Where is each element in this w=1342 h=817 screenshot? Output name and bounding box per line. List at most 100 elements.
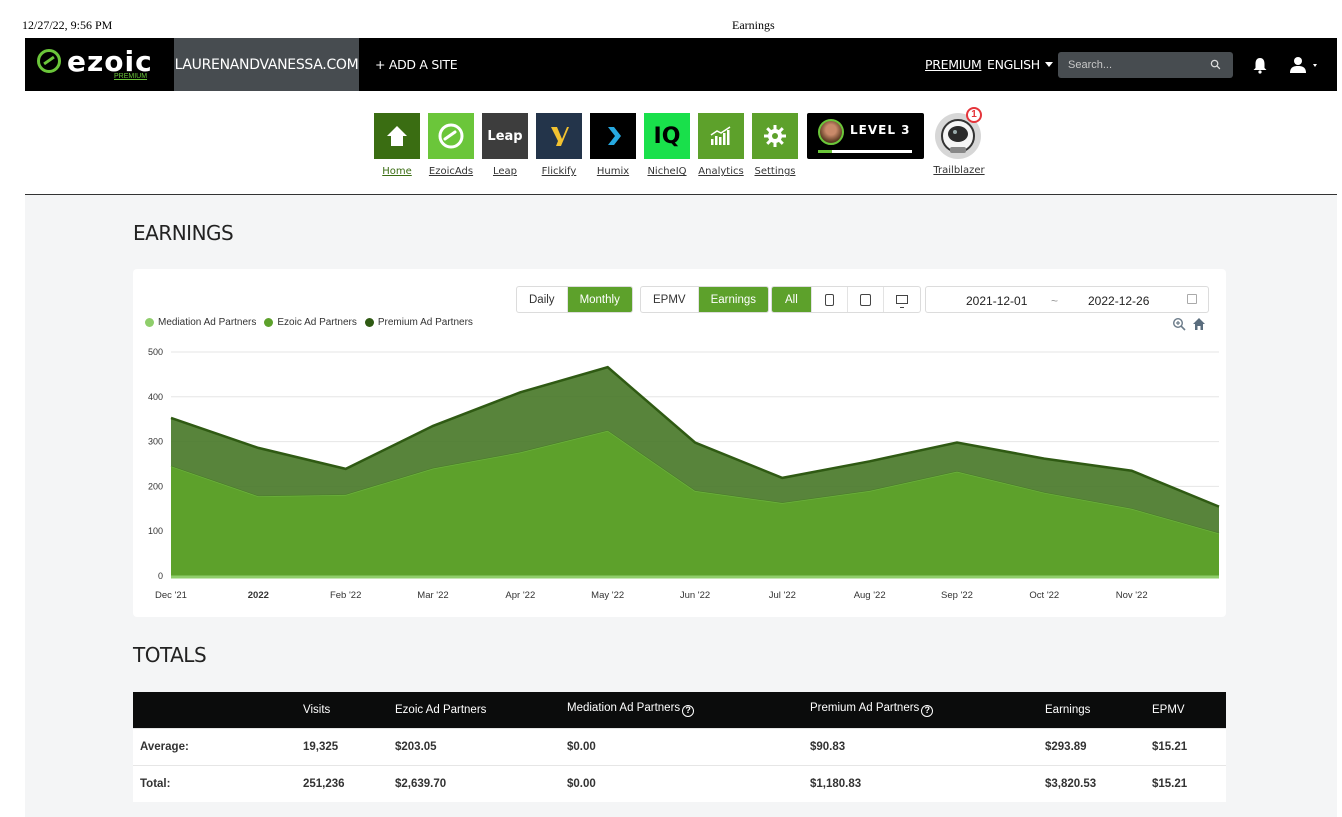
app-label: Humix xyxy=(596,166,630,177)
mobile-button[interactable] xyxy=(812,287,848,312)
x-tick-label: 2022 xyxy=(248,590,269,601)
table-row: Total: 251,236 $2,639.70 $0.00 $1,180.83… xyxy=(133,764,1226,802)
x-tick-label: Mar '22 xyxy=(417,590,448,601)
legend-item[interactable]: Premium Ad Partners xyxy=(364,317,473,328)
legend-label: Ezoic Ad Partners xyxy=(277,317,357,328)
y-tick-label: 500 xyxy=(148,347,163,357)
y-tick-label: 0 xyxy=(158,571,163,581)
metric-toggle: EPMV Earnings xyxy=(640,286,769,313)
app-label: Flickify xyxy=(541,166,577,177)
totals-header-row: Visits Ezoic Ad Partners Mediation Ad Pa… xyxy=(133,692,1226,728)
x-tick-label: May '22 xyxy=(591,590,624,601)
level-label: LEVEL 3 xyxy=(850,123,911,137)
header-ezoic-ad-partners: Ezoic Ad Partners xyxy=(395,692,567,728)
cell-earnings: $3,820.53 xyxy=(1045,764,1152,802)
app-settings[interactable]: Settings xyxy=(752,113,798,177)
cell-ezoic: $203.05 xyxy=(395,727,567,765)
level-badge[interactable]: LEVEL 3 xyxy=(807,113,924,159)
legend-item[interactable]: Ezoic Ad Partners xyxy=(264,317,357,328)
bell-icon[interactable] xyxy=(1251,56,1269,74)
cell-ezoic: $2,639.70 xyxy=(395,764,567,802)
top-navbar: ezoic PREMIUM LAURENANDVANESSA.COM + ADD… xyxy=(25,38,1337,91)
user-menu-icon[interactable] xyxy=(1289,55,1319,75)
app-nicheiq[interactable]: IQ NicheIQ xyxy=(644,113,690,177)
date-separator: ~ xyxy=(1051,294,1059,308)
desktop-button[interactable] xyxy=(884,287,920,312)
ezoic-logo[interactable]: ezoic PREMIUM xyxy=(37,45,157,83)
settings-icon xyxy=(752,113,798,159)
cell-earnings: $293.89 xyxy=(1045,727,1152,765)
x-tick-label: Apr '22 xyxy=(505,590,535,601)
print-datetime: 12/27/22, 9:56 PM xyxy=(22,18,113,32)
app-label: NicheIQ xyxy=(647,166,687,177)
app-navigation: Home EzoicAds Leap Leap Flickify Humix I… xyxy=(0,91,1342,195)
cell-visits: 19,325 xyxy=(303,727,395,765)
earnings-chart-card: Daily Monthly EPMV Earnings All 2021-12-… xyxy=(133,269,1226,617)
print-page-title: Earnings xyxy=(732,18,775,32)
search-icon[interactable] xyxy=(1210,59,1221,70)
cell-premium: $1,180.83 xyxy=(810,764,1045,802)
header-premium-text: Premium Ad Partners xyxy=(810,702,920,715)
ezoic-logo-icon xyxy=(37,49,61,73)
level-progress-fill xyxy=(818,150,833,153)
language-dropdown[interactable]: ENGLISH xyxy=(987,57,1053,72)
app-flickify[interactable]: Flickify xyxy=(536,113,582,177)
app-ezoicads[interactable]: EzoicAds xyxy=(428,113,474,177)
app-label: EzoicAds xyxy=(428,166,474,177)
notification-badge: 1 xyxy=(966,107,982,123)
chart-legend: Mediation Ad Partners Ezoic Ad Partners Pr… xyxy=(145,317,473,328)
all-devices-button[interactable]: All xyxy=(772,287,812,312)
header-mediation-text: Mediation Ad Partners xyxy=(567,702,681,715)
cell-epmv: $15.21 xyxy=(1152,727,1226,765)
calendar-icon xyxy=(1187,294,1197,304)
date-end: 2022-12-26 xyxy=(1088,294,1150,308)
avatar xyxy=(818,119,844,145)
app-analytics[interactable]: Analytics xyxy=(698,113,744,177)
app-home[interactable]: Home xyxy=(374,113,420,177)
reset-zoom-home-icon[interactable] xyxy=(1192,317,1206,331)
earnings-button[interactable]: Earnings xyxy=(698,287,768,312)
add-site-link[interactable]: + ADD A SITE xyxy=(375,57,458,72)
earnings-area-chart: 0 100 200 300 400 500 Dec '21 2022 Feb '22 Mar '2… xyxy=(148,347,1220,601)
trailblazer-link[interactable]: 1 Trailblazer xyxy=(932,107,986,187)
y-tick-label: 300 xyxy=(148,437,163,447)
search-box xyxy=(1058,52,1233,78)
daily-button[interactable]: Daily xyxy=(517,287,568,312)
device-toggle: All xyxy=(771,286,921,313)
table-row: Average: 19,325 $203.05 $0.00 $90.83 $29… xyxy=(133,727,1226,765)
help-icon[interactable]: ? xyxy=(682,705,695,718)
totals-table: Visits Ezoic Ad Partners Mediation Ad Pa… xyxy=(133,692,1226,802)
y-tick-label: 400 xyxy=(148,392,163,402)
legend-item[interactable]: Mediation Ad Partners xyxy=(145,317,256,328)
monthly-button[interactable]: Monthly xyxy=(567,287,632,312)
row-label: Total: xyxy=(133,764,303,802)
period-toggle: Daily Monthly xyxy=(516,286,633,313)
site-selector[interactable]: LAURENANDVANESSA.COM xyxy=(174,38,359,91)
header-label xyxy=(133,692,303,728)
mobile-icon xyxy=(824,293,834,306)
epmv-button[interactable]: EPMV xyxy=(641,287,699,312)
header-premium-ad-partners: Premium Ad Partners? xyxy=(810,692,1045,728)
premium-link[interactable]: PREMIUM xyxy=(925,57,982,72)
app-humix[interactable]: Humix xyxy=(590,113,636,177)
leap-icon: Leap xyxy=(482,113,528,159)
x-tick-label: Sep '22 xyxy=(941,590,973,601)
help-icon[interactable]: ? xyxy=(921,705,934,718)
language-label: ENGLISH xyxy=(987,57,1040,72)
legend-label: Premium Ad Partners xyxy=(377,317,473,328)
search-input[interactable] xyxy=(1058,52,1198,78)
app-label: Settings xyxy=(754,166,796,177)
zoom-icon[interactable] xyxy=(1172,317,1186,331)
app-leap[interactable]: Leap Leap xyxy=(482,113,528,177)
level-progress-bar xyxy=(818,150,912,153)
analytics-icon xyxy=(698,113,744,159)
app-label: Leap xyxy=(492,166,518,177)
tablet-button[interactable] xyxy=(848,287,884,312)
ezoic-ads-icon xyxy=(428,113,474,159)
y-tick-label: 100 xyxy=(148,526,163,536)
app-label: Home xyxy=(382,166,412,177)
x-tick-label: Oct '22 xyxy=(1029,590,1059,601)
caret-down-icon xyxy=(1044,62,1053,67)
y-tick-label: 200 xyxy=(148,481,163,491)
date-range-picker[interactable]: 2021-12-01 ~ 2022-12-26 xyxy=(925,286,1209,313)
